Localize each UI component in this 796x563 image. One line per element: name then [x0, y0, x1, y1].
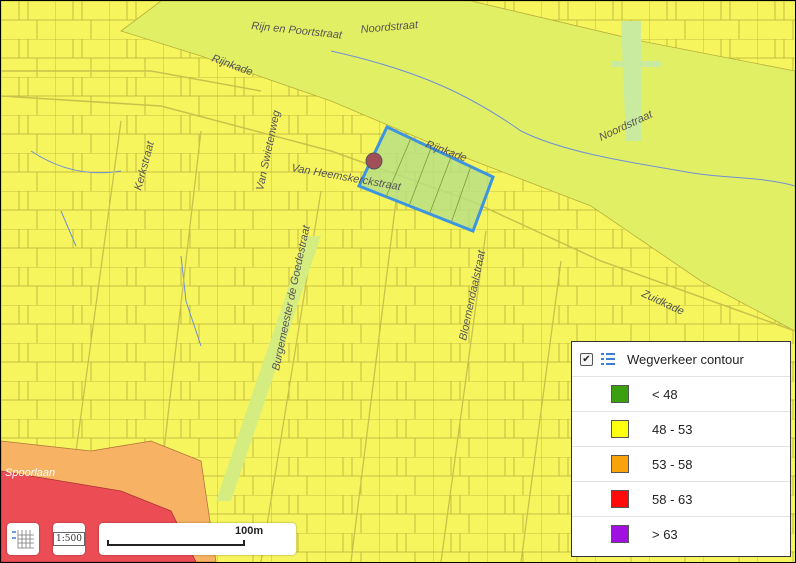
scale-button[interactable]: 1:500 [53, 523, 85, 555]
scale-ratio-label: 1:500 [53, 532, 85, 546]
legend-item: < 48 [572, 377, 790, 412]
legend-label: 58 - 63 [652, 491, 693, 507]
legend-label: 53 - 58 [652, 456, 693, 472]
legend-item: 58 - 63 [572, 482, 790, 517]
location-marker[interactable] [365, 152, 383, 170]
layer-checkbox[interactable]: ✔ [580, 352, 593, 366]
legend-swatch [611, 455, 629, 473]
legend-panel: ✔ Wegverkeer contour < 48 48 - 53 53 - 5… [571, 341, 791, 557]
legend-swatch [611, 420, 629, 438]
layer-list-icon [601, 353, 615, 365]
legend-item: 48 - 53 [572, 412, 790, 447]
coordinate-grid-button[interactable] [7, 523, 39, 555]
street-label: Spoorlaan [5, 467, 55, 479]
legend-swatch [611, 525, 629, 543]
map-frame: Rijn en Poortstraat Noordstraat Rijnkade… [0, 0, 796, 563]
legend-item: 53 - 58 [572, 447, 790, 482]
legend-label: 48 - 53 [652, 421, 693, 437]
scale-bar: 100m [99, 523, 296, 555]
coordinate-grid-icon [12, 530, 34, 549]
legend-swatch [611, 490, 629, 508]
legend-label: < 48 [652, 386, 678, 402]
legend-header: ✔ Wegverkeer contour [572, 342, 790, 377]
scale-bar-line [107, 540, 245, 546]
legend-item: > 63 [572, 517, 790, 551]
legend-swatch [611, 385, 629, 403]
layer-title: Wegverkeer contour [627, 351, 744, 367]
legend-label: > 63 [652, 526, 678, 542]
scale-bar-label: 100m [235, 525, 264, 537]
